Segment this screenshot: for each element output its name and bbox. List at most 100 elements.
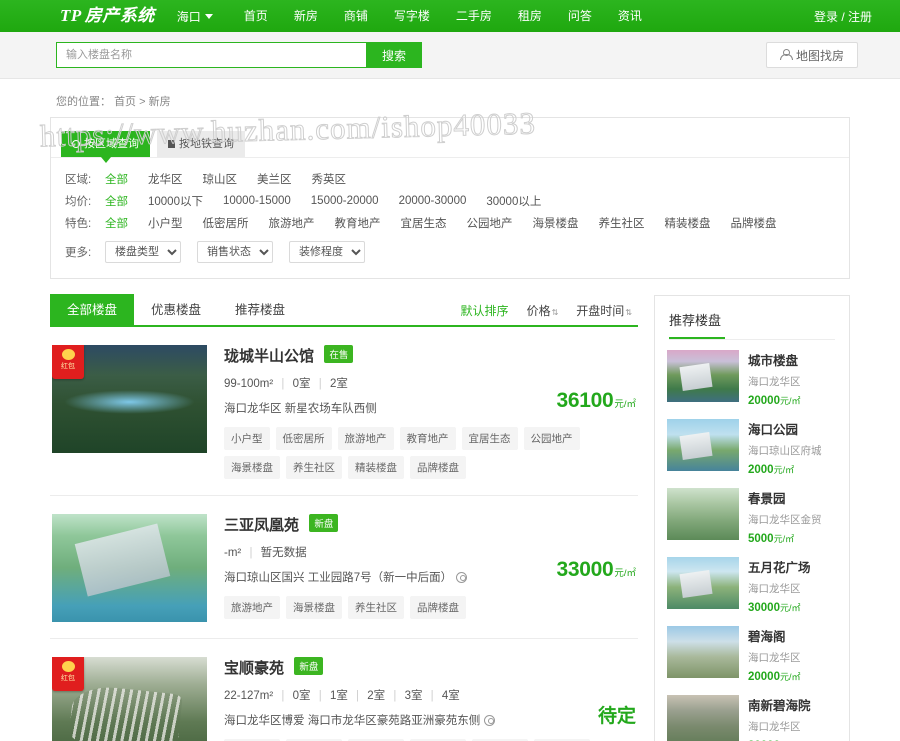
sidebar-item-price-unit: 元/㎡: [774, 465, 795, 475]
listing-tag: 宜居生态: [462, 427, 518, 450]
filter-feature-low-density[interactable]: 低密居所: [203, 215, 249, 231]
nav-item-newhouse[interactable]: 新房: [281, 0, 331, 32]
sort-price[interactable]: 价格⇅: [527, 302, 559, 319]
filter-region-xiuying[interactable]: 秀英区: [312, 171, 347, 187]
logo-main-text: 房产系统: [85, 6, 155, 25]
listing-thumbnail[interactable]: 红包: [52, 345, 207, 453]
filter-row-region-options: 全部 龙华区 琼山区 美兰区 秀英区: [105, 171, 366, 187]
location-marker-icon[interactable]: [484, 715, 495, 726]
listing-room-3: 3室: [405, 690, 423, 702]
sidebar-list-item[interactable]: 碧海阁 海口龙华区 20000元/㎡: [655, 616, 849, 685]
city-selector[interactable]: 海口: [177, 8, 213, 25]
sidebar-list-item[interactable]: 海口公园 海口琼山区府城 2000元/㎡: [655, 409, 849, 478]
breadcrumb-prefix: 您的位置：: [56, 96, 111, 108]
listing-price-block: 36100元/㎡: [556, 389, 636, 413]
filter-price-10000-15000[interactable]: 10000-15000: [223, 195, 291, 207]
nav-item-qa[interactable]: 问答: [555, 0, 605, 32]
listing-title[interactable]: 珑城半山公馆: [224, 345, 314, 366]
breadcrumb-home[interactable]: 首页: [114, 96, 136, 108]
search-input[interactable]: [56, 42, 366, 68]
listing-address: 海口琼山区国兴 工业园路7号（新一中后面）: [224, 569, 452, 585]
filter-region-qiongshan[interactable]: 琼山区: [203, 171, 238, 187]
listing-thumbnail[interactable]: 红包: [52, 657, 207, 741]
listing-title[interactable]: 三亚凤凰苑: [224, 514, 299, 535]
filter-price-20000-30000[interactable]: 20000-30000: [399, 195, 467, 207]
filter-feature-wellness[interactable]: 养生社区: [599, 215, 645, 231]
filter-region-all[interactable]: 全部: [105, 171, 128, 187]
filter-feature-eco[interactable]: 宜居生态: [401, 215, 447, 231]
sidebar-list-item[interactable]: 春景园 海口龙华区金贸 5000元/㎡: [655, 478, 849, 547]
nav-item-secondhand[interactable]: 二手房: [443, 0, 505, 32]
filter-feature-small-unit[interactable]: 小户型: [148, 215, 183, 231]
sort-opening-time[interactable]: 开盘时间⇅: [576, 302, 632, 319]
sort-default[interactable]: 默认排序: [461, 302, 509, 319]
filter-tab-by-region[interactable]: 按区域查询: [61, 131, 150, 157]
sidebar-item-price: 5000: [748, 533, 774, 545]
listing-meta: 22-127m² | 0室 | 1室 | 2室 | 3室 | 4室: [224, 687, 638, 703]
search-form: 搜索: [56, 42, 422, 68]
login-register-link[interactable]: 登录 / 注册: [814, 8, 872, 25]
tab-recommended-properties[interactable]: 推荐楼盘: [218, 294, 302, 326]
search-bar: 搜索 地图找房: [0, 32, 900, 79]
listing-info: 三亚凤凰苑 新盘 -m² | 暂无数据 海口琼山区国兴 工业园路7号（新一中后面…: [207, 514, 638, 622]
listing-room-0: 0室: [293, 378, 311, 390]
sidebar-item-area: 海口琼山区府城: [748, 443, 837, 458]
map-search-button[interactable]: 地图找房: [766, 42, 858, 68]
breadcrumb: 您的位置： 首页 > 新房: [50, 79, 850, 117]
tab-all-properties[interactable]: 全部楼盘: [50, 294, 134, 326]
sidebar-item-area: 海口龙华区金贸: [748, 512, 837, 527]
listing-item[interactable]: 红包 宝顺豪苑 新盘 22-127m² | 0室 | 1室 |: [50, 639, 638, 741]
sidebar-list-item[interactable]: 南新碧海院 海口龙华区 20000元/㎡: [655, 685, 849, 741]
filter-price-all[interactable]: 全部: [105, 193, 128, 209]
filter-price-over-30000[interactable]: 30000以上: [486, 193, 541, 209]
sidebar-list-item[interactable]: 城市楼盘 海口龙华区 20000元/㎡: [655, 340, 849, 409]
listing-room-0: 0室: [293, 690, 311, 702]
listing-thumbnail[interactable]: [52, 514, 207, 622]
meta-separator: |: [393, 690, 396, 702]
sidebar-item-price: 20000: [748, 395, 780, 407]
listing-tag: 教育地产: [400, 427, 456, 450]
nav-item-news[interactable]: 资讯: [605, 0, 655, 32]
filter-region-longhua[interactable]: 龙华区: [148, 171, 183, 187]
filter-tab-bar: 按区域查询 按地铁查询: [51, 118, 849, 158]
listing-title[interactable]: 宝顺豪苑: [224, 657, 284, 678]
filter-feature-brand[interactable]: 品牌楼盘: [731, 215, 777, 231]
select-sale-status[interactable]: 销售状态: [197, 241, 273, 263]
listing-address: 海口龙华区 新星农场车队西侧: [224, 400, 377, 416]
listing-room-4: 4室: [442, 690, 460, 702]
filter-tab-by-metro[interactable]: 按地铁查询: [157, 131, 245, 157]
nav-item-office[interactable]: 写字楼: [381, 0, 443, 32]
main-columns: 全部楼盘 优惠楼盘 推荐楼盘 默认排序 价格⇅ 开盘时间⇅: [50, 295, 850, 741]
select-decoration-level[interactable]: 装修程度: [289, 241, 365, 263]
filter-price-under-10000[interactable]: 10000以下: [148, 193, 203, 209]
sort-opening-time-label: 开盘时间: [576, 304, 624, 318]
sidebar-item-area: 海口龙华区: [748, 581, 837, 596]
red-packet-badge: 红包: [52, 345, 84, 379]
nav-item-shop[interactable]: 商铺: [331, 0, 381, 32]
nav-item-rent[interactable]: 租房: [505, 0, 555, 32]
select-property-type[interactable]: 楼盘类型: [105, 241, 181, 263]
filter-region-meilan[interactable]: 美兰区: [257, 171, 292, 187]
filter-feature-tourism[interactable]: 旅游地产: [269, 215, 315, 231]
sidebar-thumbnail: [667, 419, 739, 471]
filter-feature-fine-decor[interactable]: 精装楼盘: [665, 215, 711, 231]
listing-tab-bar: 全部楼盘 优惠楼盘 推荐楼盘 默认排序 价格⇅ 开盘时间⇅: [50, 295, 638, 327]
nav-item-home[interactable]: 首页: [231, 0, 281, 32]
filter-feature-education[interactable]: 教育地产: [335, 215, 381, 231]
filter-feature-seaview[interactable]: 海景楼盘: [533, 215, 579, 231]
meta-separator: |: [431, 690, 434, 702]
sidebar-list-item[interactable]: 五月花广场 海口龙华区 30000元/㎡: [655, 547, 849, 616]
listing-item[interactable]: 红包 珑城半山公馆 在售 99-100m² | 0室 | 2室: [50, 327, 638, 496]
sort-controls: 默认排序 价格⇅ 开盘时间⇅: [461, 302, 638, 319]
location-marker-icon[interactable]: [456, 572, 467, 583]
listing-item[interactable]: 三亚凤凰苑 新盘 -m² | 暂无数据 海口琼山区国兴 工业园路7号（新一中后面…: [50, 496, 638, 639]
search-button[interactable]: 搜索: [366, 42, 422, 68]
red-packet-knot-icon: [62, 349, 75, 360]
chevron-down-icon: [205, 14, 213, 19]
tab-discount-properties[interactable]: 优惠楼盘: [134, 294, 218, 326]
site-logo[interactable]: TP房产系统: [60, 0, 155, 32]
filter-price-15000-20000[interactable]: 15000-20000: [311, 195, 379, 207]
logo-tp-text: TP: [60, 6, 82, 25]
filter-feature-all[interactable]: 全部: [105, 215, 128, 231]
filter-feature-park[interactable]: 公园地产: [467, 215, 513, 231]
